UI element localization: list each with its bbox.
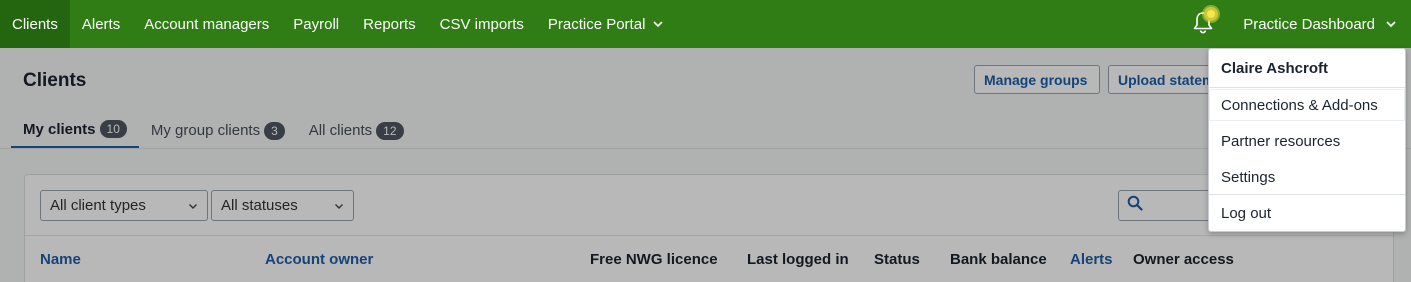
nav-csv-imports-label: CSV imports <box>439 15 524 33</box>
nav-account-managers-label: Account managers <box>144 15 270 33</box>
practice-dashboard-label: Practice Dashboard <box>1243 15 1375 33</box>
menu-item-settings[interactable]: Settings <box>1209 161 1405 193</box>
nav-reports-label: Reports <box>363 15 416 33</box>
user-menu: Claire Ashcroft Connections & Add-ons Pa… <box>1208 48 1406 232</box>
nav-account-managers[interactable]: Account managers <box>132 0 281 48</box>
nav-reports[interactable]: Reports <box>351 0 428 48</box>
modal-backdrop[interactable] <box>0 48 1411 282</box>
menu-item-connections-add-ons[interactable]: Connections & Add-ons <box>1209 89 1405 121</box>
menu-item-partner-resources[interactable]: Partner resources <box>1209 125 1405 157</box>
nav-payroll-label: Payroll <box>293 15 340 33</box>
menu-divider <box>1209 194 1405 195</box>
nav-practice-portal-label: Practice Portal <box>547 15 646 33</box>
nav-practice-portal[interactable]: Practice Portal <box>536 0 676 48</box>
nav-alerts-label: Alerts <box>81 15 121 33</box>
menu-item-log-out[interactable]: Log out <box>1209 197 1405 229</box>
chevron-down-icon <box>1385 18 1397 30</box>
nav-csv-imports[interactable]: CSV imports <box>428 0 536 48</box>
menu-divider <box>1209 87 1405 88</box>
nav-right-group: Practice Dashboard <box>1185 0 1411 48</box>
nav-payroll[interactable]: Payroll <box>281 0 351 48</box>
top-navigation: Clients Alerts Account managers Payroll … <box>0 0 1411 48</box>
practice-dashboard-dropdown[interactable]: Practice Dashboard <box>1233 0 1411 48</box>
chevron-down-icon <box>653 19 663 29</box>
nav-alerts[interactable]: Alerts <box>70 0 132 48</box>
nav-clients[interactable]: Clients <box>0 0 70 48</box>
notifications-button[interactable] <box>1185 0 1221 48</box>
notification-indicator-icon <box>1204 7 1219 21</box>
nav-clients-label: Clients <box>12 15 58 33</box>
menu-user-name: Claire Ashcroft <box>1221 60 1328 77</box>
